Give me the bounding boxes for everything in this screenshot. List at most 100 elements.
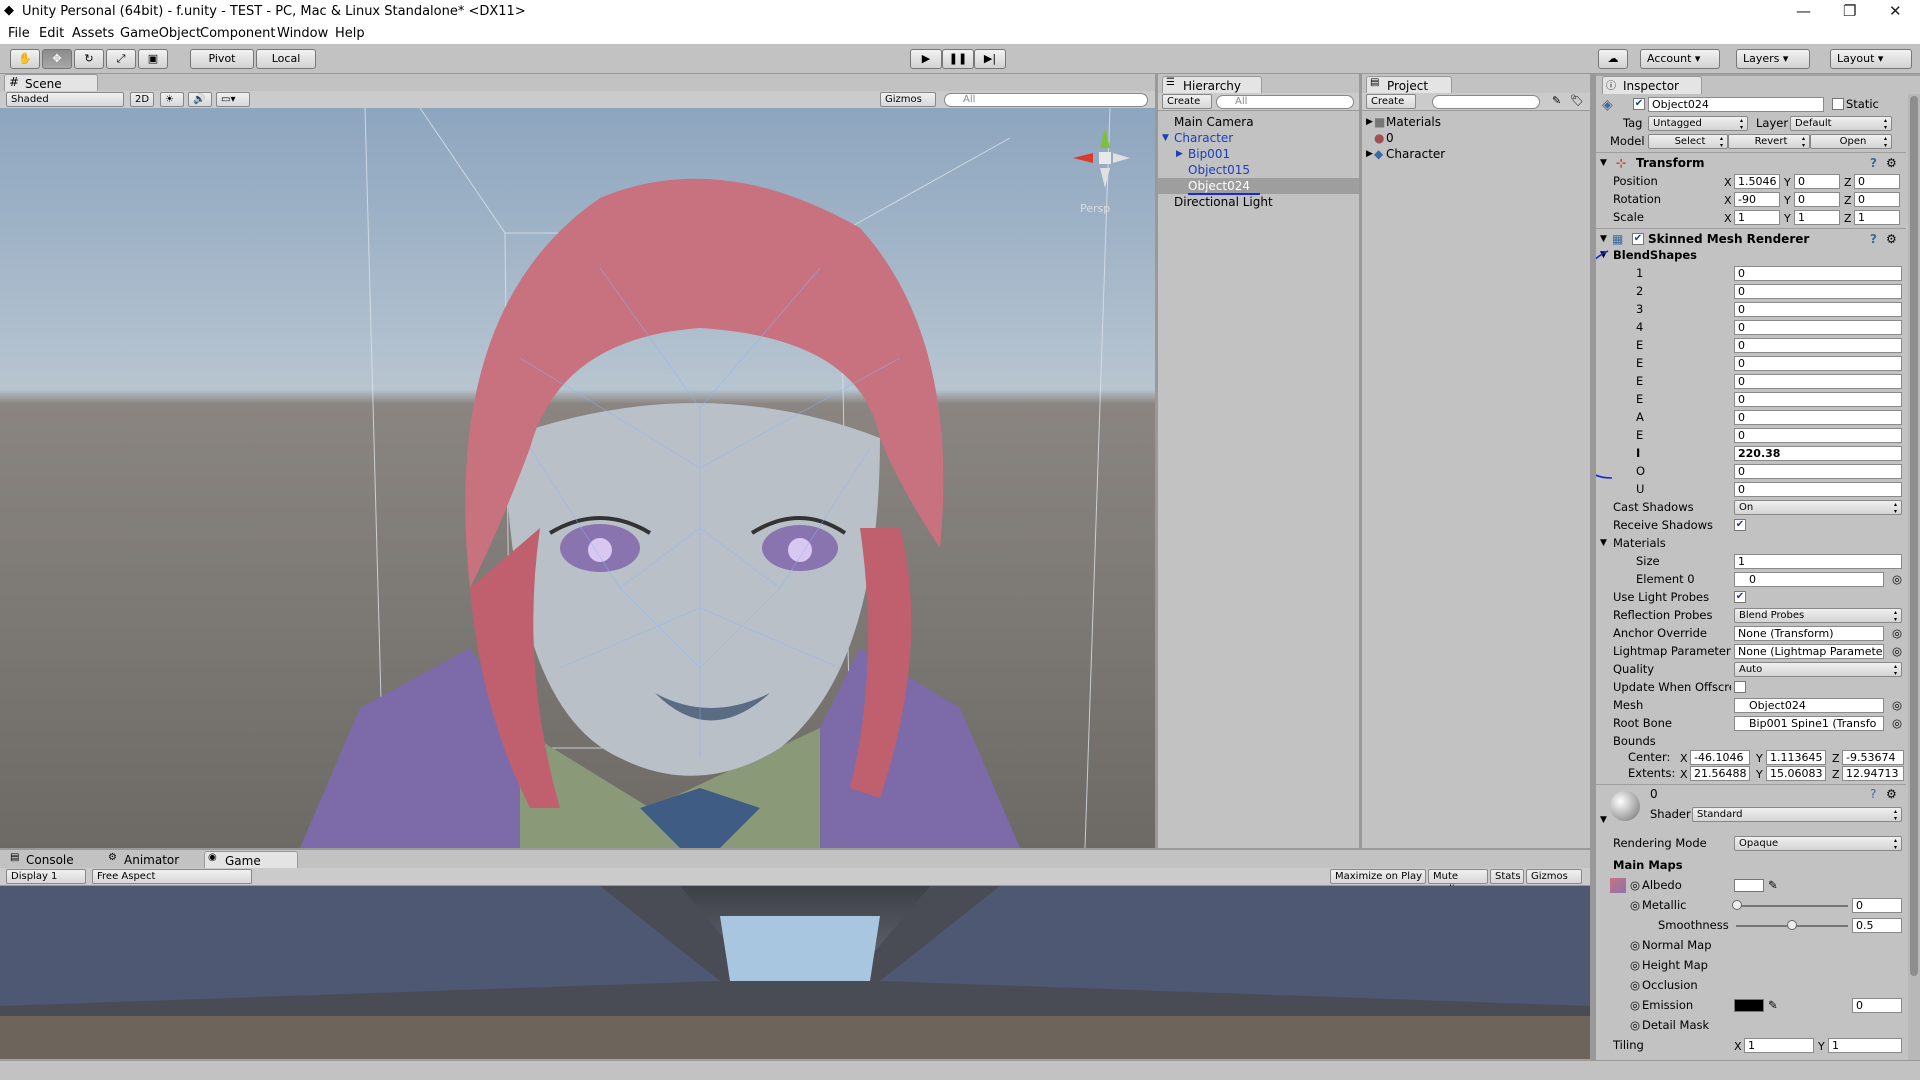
expand-arrow-icon[interactable]: ▶	[1366, 146, 1373, 162]
transform-header[interactable]: ▼ ⊹ Transform ? ⚙	[1596, 152, 1906, 172]
help-icon[interactable]: ?	[1870, 787, 1876, 801]
mute-audio-toggle[interactable]: Mute audio	[1428, 869, 1488, 895]
scene-viewport[interactable]: Persp	[0, 108, 1155, 848]
menu-window[interactable]: Window	[277, 26, 328, 41]
metallic-value-field[interactable]: 0	[1852, 898, 1902, 913]
emission-color-swatch[interactable]	[1734, 999, 1764, 1012]
scale-y-field[interactable]: 1	[1794, 210, 1840, 225]
menu-file[interactable]: File	[8, 26, 30, 41]
game-gizmos-dropdown[interactable]: Gizmos	[1526, 869, 1582, 884]
hierarchy-search-input[interactable]: All	[1216, 95, 1354, 109]
update-offscreen-checkbox[interactable]	[1734, 681, 1746, 693]
filter-type-icon[interactable]: ✎	[1552, 94, 1561, 107]
shader-dropdown[interactable]: Standard	[1692, 807, 1902, 822]
close-icon[interactable]: ✕	[1889, 2, 1902, 20]
blendshape-value-field[interactable]: 0	[1734, 320, 1902, 335]
hierarchy-item-directional-light[interactable]: Directional Light	[1158, 194, 1359, 210]
settings-gear-icon[interactable]: ⚙	[1886, 153, 1897, 173]
fold-arrow-icon[interactable]: ▼	[1600, 534, 1607, 552]
emission-value-field[interactable]: 0	[1852, 998, 1902, 1013]
albedo-picker-icon[interactable]: ◎	[1630, 876, 1640, 894]
occlusion-picker-icon[interactable]: ◎	[1630, 976, 1640, 994]
stats-toggle[interactable]: Stats	[1490, 869, 1524, 884]
scale-x-field[interactable]: 1	[1734, 210, 1780, 225]
tab-animator[interactable]: Animator	[104, 851, 204, 869]
tab-console[interactable]: Console	[6, 851, 102, 869]
blendshape-value-field[interactable]: 0	[1734, 464, 1902, 479]
tab-inspector[interactable]: Inspector	[1602, 76, 1702, 94]
lighting-toggle[interactable]: ☀	[160, 92, 184, 107]
maximize-on-play-toggle[interactable]: Maximize on Play	[1330, 869, 1426, 884]
tab-game[interactable]: Game	[204, 851, 298, 869]
blendshape-value-field[interactable]: 0	[1734, 356, 1902, 371]
filter-label-icon[interactable]: 🏷	[1570, 94, 1584, 107]
account-dropdown[interactable]: Account ▾	[1640, 49, 1720, 69]
height-map-picker-icon[interactable]: ◎	[1630, 956, 1640, 974]
metallic-picker-icon[interactable]: ◎	[1630, 896, 1640, 914]
albedo-color-swatch[interactable]	[1734, 879, 1764, 892]
extents-x-field[interactable]: 21.56488	[1690, 766, 1750, 781]
blendshape-value-field[interactable]: 0	[1734, 374, 1902, 389]
2d-toggle[interactable]: 2D	[130, 92, 154, 107]
audio-toggle[interactable]: 🔊	[188, 92, 212, 107]
albedo-texture-thumb[interactable]	[1610, 878, 1626, 893]
project-item-0[interactable]: ● 0	[1362, 130, 1590, 146]
move-tool-button[interactable]: ✥	[42, 49, 72, 69]
detail-mask-picker-icon[interactable]: ◎	[1630, 1016, 1640, 1034]
blendshape-value-field[interactable]: 220.38	[1734, 446, 1902, 461]
position-y-field[interactable]: 0	[1794, 174, 1840, 189]
expand-arrow-icon[interactable]: ▼	[1162, 130, 1169, 146]
display-dropdown[interactable]: Display 1	[6, 869, 86, 884]
object-picker-icon[interactable]: ◎	[1892, 714, 1902, 732]
center-x-field[interactable]: -46.1046	[1690, 750, 1750, 765]
receive-shadows-checkbox[interactable]: ✔	[1734, 519, 1746, 531]
eyedropper-icon[interactable]: ✎	[1768, 876, 1778, 894]
use-light-probes-checkbox[interactable]: ✔	[1734, 591, 1746, 603]
tab-hierarchy[interactable]: Hierarchy	[1162, 76, 1262, 94]
hierarchy-item-object024[interactable]: Object024	[1158, 178, 1359, 194]
tiling-x-field[interactable]: 1	[1744, 1038, 1814, 1053]
cast-shadows-dropdown[interactable]: On	[1734, 500, 1902, 515]
effects-dropdown[interactable]: ▭▾	[216, 92, 250, 107]
hierarchy-item-bip001[interactable]: ▶ Bip001	[1158, 146, 1359, 162]
menu-assets[interactable]: Assets	[72, 26, 114, 41]
mesh-field[interactable]: Object024	[1734, 698, 1884, 713]
hierarchy-item-character[interactable]: ▼ Character	[1158, 130, 1359, 146]
inspector-scrollbar-thumb[interactable]	[1910, 96, 1918, 976]
blendshape-value-field[interactable]: 0	[1734, 410, 1902, 425]
position-z-field[interactable]: 0	[1854, 174, 1900, 189]
smr-header[interactable]: ▼ ▦ ✔ Skinned Mesh Renderer ? ⚙	[1596, 228, 1906, 248]
scene-gizmo[interactable]	[1065, 118, 1135, 198]
blendshape-value-field[interactable]: 0	[1734, 428, 1902, 443]
rendering-mode-dropdown[interactable]: Opaque	[1734, 836, 1902, 851]
project-create-dropdown[interactable]: Create	[1366, 94, 1416, 109]
hierarchy-item-object015[interactable]: Object015	[1158, 162, 1359, 178]
anchor-override-field[interactable]: None (Transform)	[1734, 626, 1884, 641]
hierarchy-item-main-camera[interactable]: Main Camera	[1158, 114, 1359, 130]
object-name-field[interactable]: Object024	[1648, 97, 1824, 112]
smoothness-slider-handle[interactable]	[1787, 920, 1797, 930]
metallic-slider-track[interactable]	[1736, 905, 1848, 907]
model-select-button[interactable]: Select	[1648, 134, 1728, 149]
rotation-y-field[interactable]: 0	[1794, 192, 1840, 207]
object-picker-icon[interactable]: ◎	[1892, 624, 1902, 642]
blendshape-value-field[interactable]: 0	[1734, 482, 1902, 497]
gizmos-dropdown[interactable]: Gizmos	[880, 92, 936, 107]
menu-gameobject[interactable]: GameObject	[120, 26, 201, 41]
blendshape-value-field[interactable]: 0	[1734, 302, 1902, 317]
help-icon[interactable]: ?	[1870, 153, 1877, 173]
maximize-icon[interactable]: ❐	[1843, 2, 1856, 20]
pause-button[interactable]: ❚❚	[942, 49, 974, 69]
project-search-input[interactable]	[1432, 95, 1540, 109]
position-x-field[interactable]: 1.5046	[1734, 174, 1780, 189]
menu-component[interactable]: Component	[200, 26, 275, 41]
rotate-tool-button[interactable]: ↻	[74, 49, 104, 69]
layers-dropdown[interactable]: Layers ▾	[1736, 49, 1810, 69]
inspector-scrollbar[interactable]	[1908, 94, 1920, 1060]
center-y-field[interactable]: 1.113645	[1766, 750, 1826, 765]
hand-tool-button[interactable]: ✋	[10, 49, 40, 69]
metallic-slider-handle[interactable]	[1732, 900, 1742, 910]
lightmap-parameter-field[interactable]: None (Lightmap Paramete	[1734, 644, 1884, 659]
menu-edit[interactable]: Edit	[39, 26, 64, 41]
game-viewport[interactable]	[0, 886, 1590, 1059]
